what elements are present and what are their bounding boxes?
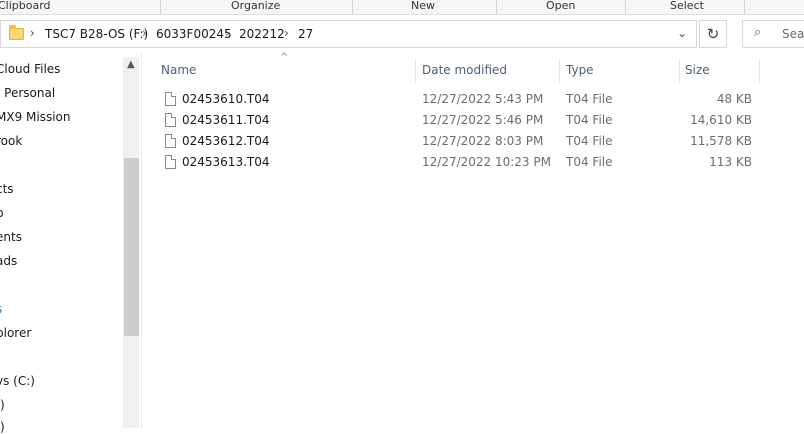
- address-bar-row: › TSC7 B28-OS (F:) › 6033F00245 › 202212…: [0, 15, 804, 53]
- file-type: T04 File: [566, 134, 613, 148]
- file-date: 12/27/2022 5:46 PM: [422, 113, 544, 127]
- column-divider[interactable]: [759, 59, 760, 83]
- ribbon-group-organize: Organize: [231, 0, 281, 12]
- nav-item-mx9-mission[interactable]: MX9 Mission: [0, 110, 71, 124]
- chevron-right-icon[interactable]: ›: [30, 26, 35, 40]
- column-header-name[interactable]: Name: [161, 63, 196, 77]
- file-icon: [165, 155, 176, 169]
- file-icon: [165, 134, 176, 148]
- address-bar[interactable]: › TSC7 B28-OS (F:) › 6033F00245 › 202212…: [0, 20, 697, 48]
- nav-item-documents[interactable]: ents: [0, 230, 22, 244]
- file-row[interactable]: 02453612.T04 12/27/2022 8:03 PM T04 File…: [158, 133, 758, 154]
- breadcrumb-folder-27[interactable]: 27: [298, 27, 313, 41]
- file-list-pane: ^ Name Date modified Type Size 02453610.…: [142, 52, 804, 428]
- search-icon: ⌕: [754, 25, 762, 40]
- ribbon-group-new: New: [411, 0, 435, 12]
- file-type: T04 File: [566, 155, 613, 169]
- ribbon-separator: [625, 0, 626, 14]
- file-date: 12/27/2022 10:23 PM: [422, 155, 551, 169]
- sort-ascending-icon: ^: [280, 52, 289, 63]
- file-name: 02453612.T04: [182, 134, 270, 148]
- file-name: 02453610.T04: [182, 92, 270, 106]
- nav-item-cloud-files[interactable]: Cloud Files: [0, 62, 60, 76]
- file-icon: [165, 113, 176, 127]
- ribbon-separator: [160, 0, 161, 14]
- chevron-right-icon[interactable]: ›: [225, 26, 230, 40]
- search-input[interactable]: ⌕ Sear: [742, 20, 804, 48]
- file-date: 12/27/2022 8:03 PM: [422, 134, 544, 148]
- refresh-icon: ↻: [706, 25, 720, 43]
- ribbon-group-clipboard: Clipboard: [0, 0, 51, 12]
- file-icon: [165, 92, 176, 106]
- file-row[interactable]: 02453611.T04 12/27/2022 5:46 PM T04 File…: [158, 112, 758, 133]
- chevron-down-icon[interactable]: ⌄: [677, 26, 687, 40]
- ribbon-group-open: Open: [546, 0, 576, 12]
- column-header-date-modified[interactable]: Date modified: [422, 63, 507, 77]
- nav-item-explorer[interactable]: plorer: [0, 326, 31, 340]
- folder-icon: [9, 25, 24, 40]
- file-name: 02453613.T04: [182, 155, 270, 169]
- nav-item-drive[interactable]: :): [0, 420, 5, 434]
- ribbon-separator: [352, 0, 353, 14]
- ribbon-separator: [744, 0, 745, 14]
- breadcrumb-folder-6033F00245[interactable]: 6033F00245: [156, 27, 232, 41]
- column-divider[interactable]: [679, 59, 680, 83]
- file-name: 02453611.T04: [182, 113, 270, 127]
- scroll-up-arrow-icon[interactable]: ▲: [127, 59, 135, 70]
- column-header-type[interactable]: Type: [566, 63, 594, 77]
- column-header-size[interactable]: Size: [685, 63, 710, 77]
- search-placeholder: Sear: [782, 27, 804, 41]
- nav-item-drive[interactable]: :): [0, 398, 5, 412]
- nav-item-desktop[interactable]: p: [0, 206, 4, 220]
- nav-item-objects[interactable]: cts: [0, 182, 14, 196]
- nav-scrollbar-thumb[interactable]: [124, 158, 139, 336]
- breadcrumb-drive[interactable]: TSC7 B28-OS (F:): [45, 27, 148, 41]
- ribbon-group-select: Select: [670, 0, 704, 12]
- file-size: 113 KB: [709, 155, 752, 169]
- chevron-right-icon[interactable]: ›: [142, 26, 147, 40]
- ribbon-separator: [496, 0, 497, 14]
- breadcrumb-folder-202212[interactable]: 202212: [239, 27, 285, 41]
- nav-item-blue[interactable]: s: [0, 302, 2, 316]
- nav-item-windows-c[interactable]: vs (C:): [0, 374, 35, 388]
- nav-item-rook[interactable]: rook: [0, 134, 22, 148]
- ribbon-group-labels: Clipboard Organize New Open Select: [0, 0, 804, 15]
- file-size: 14,610 KB: [690, 113, 752, 127]
- refresh-button[interactable]: ↻: [699, 20, 727, 48]
- file-row[interactable]: 02453613.T04 12/27/2022 10:23 PM T04 Fil…: [158, 154, 758, 175]
- nav-item-personal[interactable]: - Personal: [0, 86, 55, 100]
- navigation-pane: Cloud Files - Personal MX9 Mission rook …: [0, 53, 142, 434]
- column-divider[interactable]: [415, 59, 416, 83]
- file-size: 11,578 KB: [690, 134, 752, 148]
- file-type: T04 File: [566, 92, 613, 106]
- chevron-right-icon[interactable]: ›: [284, 26, 289, 40]
- nav-item-downloads[interactable]: ads: [0, 254, 17, 268]
- file-type: T04 File: [566, 113, 613, 127]
- file-date: 12/27/2022 5:43 PM: [422, 92, 544, 106]
- file-size: 48 KB: [716, 92, 752, 106]
- file-row[interactable]: 02453610.T04 12/27/2022 5:43 PM T04 File…: [158, 91, 758, 112]
- column-divider[interactable]: [559, 59, 560, 83]
